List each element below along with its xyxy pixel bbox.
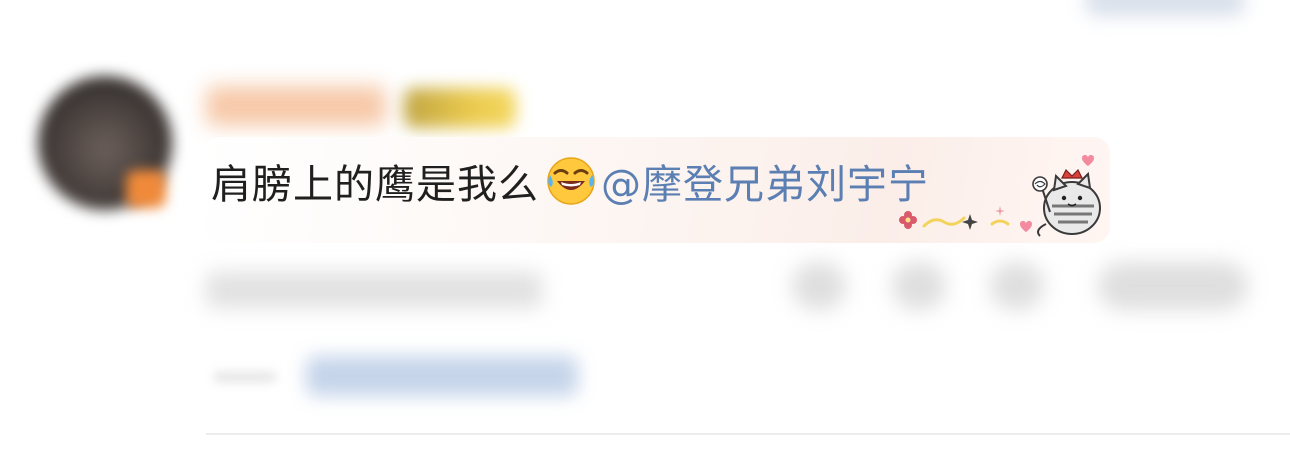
comment-body: 肩膀上的鹰是我么 @摩登兄弟刘宇宁 xyxy=(211,151,929,211)
reply-indent-line xyxy=(214,372,276,382)
repost-button-blurred[interactable] xyxy=(990,262,1044,310)
username-blurred[interactable] xyxy=(206,86,386,126)
comment-button-blurred[interactable] xyxy=(892,262,946,310)
blurred-top-button xyxy=(1085,0,1245,16)
level-badge-blurred xyxy=(404,88,516,128)
comment-meta-blurred xyxy=(206,272,542,308)
laughing-with-tears-icon xyxy=(545,155,597,207)
divider xyxy=(206,433,1290,435)
avatar-badge xyxy=(126,170,166,208)
view-replies-link-blurred[interactable] xyxy=(306,356,578,396)
share-button-blurred[interactable] xyxy=(792,262,846,310)
comment-text: 肩膀上的鹰是我么 xyxy=(211,162,539,208)
cat-sticker-icon xyxy=(894,150,1110,242)
like-button-blurred[interactable] xyxy=(1098,262,1248,310)
mention-link[interactable]: @摩登兄弟刘宇宁 xyxy=(601,152,929,210)
